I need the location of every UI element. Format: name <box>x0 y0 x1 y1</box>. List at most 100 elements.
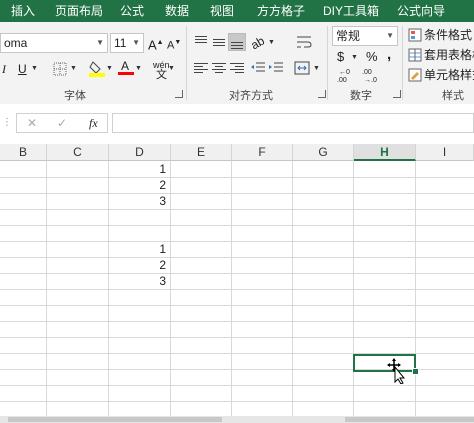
formula-bar: ⋮ ✕ ✓ fx <box>0 104 474 140</box>
alignment-dialog-launcher-icon[interactable] <box>318 90 326 98</box>
decrease-decimal-button[interactable]: .00 →.0 <box>360 67 382 85</box>
gridline <box>0 385 474 386</box>
fill-color-icon[interactable] <box>88 59 106 77</box>
formula-input[interactable] <box>112 113 474 133</box>
font-dialog-launcher-icon[interactable] <box>175 90 183 98</box>
chevron-down-icon[interactable]: ▼ <box>135 61 142 77</box>
chevron-down-icon[interactable]: ▼ <box>351 50 358 66</box>
gridline <box>0 305 474 306</box>
wrap-text-icon[interactable] <box>296 34 312 50</box>
ribbon-tab-bar: 插入 页面布局 公式 数据 视图 方方格子 DIY工具箱 公式向导 <box>0 0 474 22</box>
gridline <box>0 289 474 290</box>
cell-styles-button[interactable]: 单元格样式 <box>408 66 474 84</box>
chevron-down-icon[interactable]: ▼ <box>313 61 320 77</box>
gridline <box>0 321 474 322</box>
gridline <box>0 209 474 210</box>
font-size-dropdown[interactable]: 11 ▼ <box>110 33 144 53</box>
column-header-b[interactable]: B <box>0 144 47 161</box>
align-bottom-button[interactable] <box>228 33 246 51</box>
tab-view[interactable]: 视图 <box>210 0 234 22</box>
font-color-button[interactable]: A <box>118 58 134 76</box>
cell-d7[interactable]: 2 <box>0 257 166 273</box>
chevron-down-icon[interactable]: ▼ <box>31 61 38 77</box>
chevron-down-icon: ▼ <box>96 38 104 47</box>
column-header-i[interactable]: I <box>416 144 474 161</box>
font-group-label: 字体 <box>64 90 86 102</box>
column-header-f[interactable]: F <box>232 144 293 161</box>
border-icon[interactable] <box>53 62 67 76</box>
italic-button[interactable]: I <box>2 61 6 77</box>
column-header-g[interactable]: G <box>293 144 354 161</box>
format-as-table-button[interactable]: 套用表格格 <box>408 46 474 64</box>
tab-page-layout[interactable]: 页面布局 <box>55 0 103 22</box>
column-header-d[interactable]: D <box>109 144 171 161</box>
font-name-dropdown[interactable]: oma ▼ <box>0 33 108 53</box>
font-color-swatch <box>118 72 134 75</box>
scrollbar-thumb[interactable] <box>8 417 222 422</box>
cell-d2[interactable]: 2 <box>0 177 166 193</box>
align-right-button[interactable] <box>229 60 245 76</box>
number-format-dropdown[interactable]: 常规 ▼ <box>332 26 398 46</box>
chevron-down-icon: ▼ <box>132 38 140 47</box>
column-header-e[interactable]: E <box>171 144 232 161</box>
cell-d1[interactable]: 1 <box>0 161 166 177</box>
increase-indent-icon[interactable] <box>268 60 284 76</box>
currency-button[interactable]: $ <box>337 49 344 65</box>
cell-d8[interactable]: 3 <box>0 273 166 289</box>
number-format-value: 常规 <box>336 29 361 43</box>
chevron-down-icon[interactable]: ▼ <box>70 61 77 77</box>
tab-formulas[interactable]: 公式 <box>120 0 144 22</box>
tab-data[interactable]: 数据 <box>165 0 189 22</box>
table-format-icon <box>408 48 422 62</box>
scrollbar-track-right <box>345 417 474 422</box>
alignment-group-label: 对齐方式 <box>229 90 273 102</box>
number-dialog-launcher-icon[interactable] <box>393 90 401 98</box>
tab-fangfang[interactable]: 方方格子 <box>257 0 305 22</box>
cell-styles-icon <box>408 68 422 82</box>
enter-icon[interactable]: ✓ <box>57 115 67 131</box>
cancel-icon[interactable]: ✕ <box>27 115 37 131</box>
underline-button[interactable]: U <box>18 61 27 77</box>
merge-icon[interactable] <box>294 60 310 76</box>
gridline <box>292 161 293 423</box>
gridline <box>170 161 171 423</box>
font-name-value: oma <box>4 36 28 50</box>
move-cursor-icon <box>387 358 406 384</box>
percent-button[interactable]: % <box>366 49 378 65</box>
align-top-button[interactable] <box>193 34 209 50</box>
chevron-down-icon[interactable]: ▼ <box>106 61 113 77</box>
name-box-edge[interactable]: ⋮ <box>0 112 12 134</box>
chevron-down-icon[interactable]: ▼ <box>168 61 175 77</box>
decrease-font-size-icon[interactable]: A▼ <box>167 35 181 54</box>
chevron-down-icon[interactable]: ▼ <box>268 35 275 51</box>
fill-handle[interactable] <box>412 368 419 375</box>
align-left-button[interactable] <box>193 60 209 76</box>
column-header-h[interactable]: H <box>354 144 416 161</box>
tab-diy-toolbox[interactable]: DIY工具箱 <box>323 0 379 22</box>
font-size-value: 11 <box>114 36 127 50</box>
tab-formula-wizard[interactable]: 公式向导 <box>397 0 445 22</box>
cell-d3[interactable]: 3 <box>0 193 166 209</box>
horizontal-scrollbar[interactable] <box>0 416 474 423</box>
orientation-icon[interactable]: ab <box>248 33 268 54</box>
gridline <box>353 161 354 423</box>
styles-group-label: 样式 <box>442 90 464 102</box>
tab-insert[interactable]: 插入 <box>11 0 35 22</box>
conditional-format-button[interactable]: 条件格式 <box>408 26 474 44</box>
formula-buttons: ✕ ✓ fx <box>16 113 108 133</box>
decrease-indent-icon[interactable] <box>250 60 266 76</box>
gridline <box>415 161 416 423</box>
align-middle-button[interactable] <box>211 34 227 50</box>
worksheet-grid[interactable]: B C D E F G H I 1 2 3 1 2 3 <box>0 144 474 423</box>
conditional-format-icon <box>408 28 422 42</box>
comma-button[interactable]: , <box>387 47 391 63</box>
column-header-c[interactable]: C <box>47 144 109 161</box>
increase-decimal-button[interactable]: ←0 .00 <box>335 67 357 85</box>
gridline <box>231 161 232 423</box>
insert-function-icon[interactable]: fx <box>89 115 98 131</box>
align-center-button[interactable] <box>211 60 227 76</box>
group-separator <box>327 26 328 100</box>
cell-d6[interactable]: 1 <box>0 241 166 257</box>
increase-font-size-icon[interactable]: A▲ <box>148 35 164 53</box>
number-group-label: 数字 <box>350 90 372 102</box>
